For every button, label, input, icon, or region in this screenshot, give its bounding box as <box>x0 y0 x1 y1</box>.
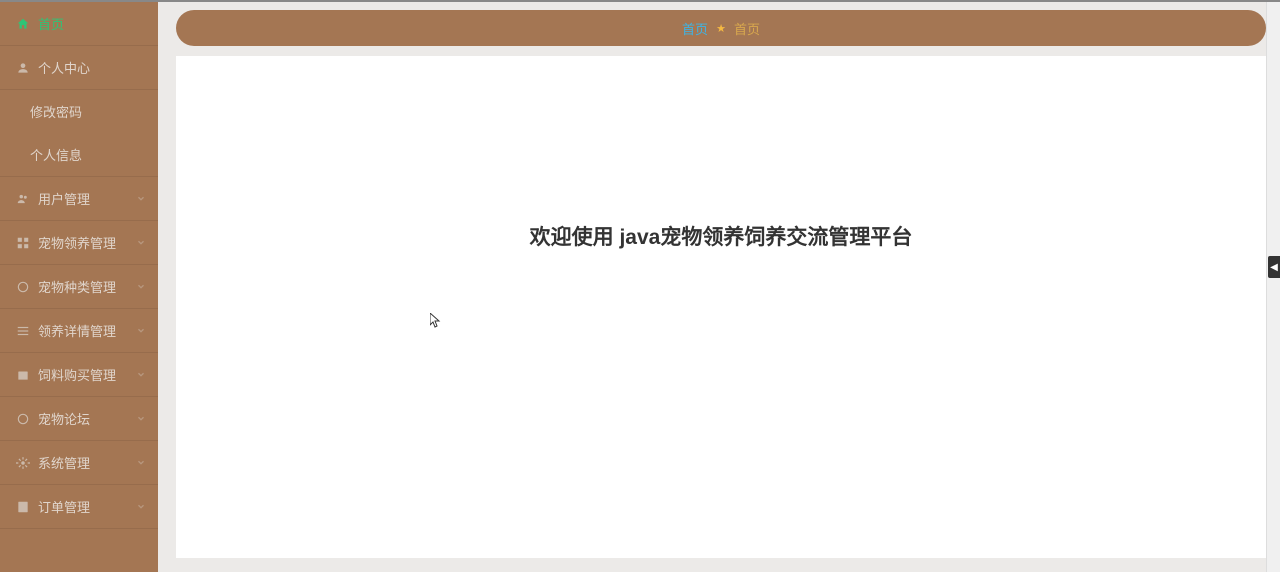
collapse-tab[interactable]: ◀ <box>1268 256 1280 278</box>
sidebar-item-order-management[interactable]: 订单管理 <box>0 485 158 529</box>
users-icon <box>16 192 30 206</box>
breadcrumb-current: 首页 <box>734 19 760 38</box>
sidebar-item-label: 修改密码 <box>30 102 82 121</box>
home-icon <box>16 17 30 31</box>
sidebar-item-pet-adoption-management[interactable]: 宠物领养管理 <box>0 221 158 265</box>
sidebar-item-user-management[interactable]: 用户管理 <box>0 177 158 221</box>
sidebar-item-label: 宠物领养管理 <box>38 233 116 252</box>
chat-icon <box>16 412 30 426</box>
sidebar-item-home[interactable]: 首页 <box>0 2 158 46</box>
welcome-heading: 欢迎使用 java宠物领养饲养交流管理平台 <box>530 221 913 251</box>
chevron-down-icon <box>136 235 146 250</box>
sidebar-item-label: 个人信息 <box>30 145 82 164</box>
sidebar-item-label: 首页 <box>38 14 64 33</box>
gear-icon <box>16 456 30 470</box>
box-icon <box>16 368 30 382</box>
main-area: 首页 ★ 首页 欢迎使用 java宠物领养饲养交流管理平台 <box>158 2 1280 572</box>
sidebar-item-adoption-detail-management[interactable]: 领养详情管理 <box>0 309 158 353</box>
sidebar-item-personal-center[interactable]: 个人中心 <box>0 46 158 90</box>
breadcrumb-home-link[interactable]: 首页 <box>682 19 708 38</box>
star-icon: ★ <box>716 22 726 35</box>
scrollbar-vertical[interactable] <box>1266 2 1280 572</box>
sidebar-item-pet-forum[interactable]: 宠物论坛 <box>0 397 158 441</box>
chevron-down-icon <box>136 455 146 470</box>
breadcrumb: 首页 ★ 首页 <box>176 10 1266 46</box>
sidebar-item-label: 个人中心 <box>38 58 90 77</box>
sidebar-item-label: 宠物论坛 <box>38 409 90 428</box>
user-icon <box>16 61 30 75</box>
sidebar-item-label: 订单管理 <box>38 497 90 516</box>
grid-icon <box>16 236 30 250</box>
sidebar-item-label: 饲料购买管理 <box>38 365 116 384</box>
sidebar: 首页 个人中心 修改密码 个人信息 用户管理 <box>0 2 158 572</box>
chevron-down-icon <box>136 411 146 426</box>
list-icon <box>16 324 30 338</box>
sidebar-item-label: 领养详情管理 <box>38 321 116 340</box>
sidebar-item-pet-category-management[interactable]: 宠物种类管理 <box>0 265 158 309</box>
sidebar-item-label: 用户管理 <box>38 189 90 208</box>
chevron-down-icon <box>136 279 146 294</box>
sidebar-item-change-password[interactable]: 修改密码 <box>0 90 158 133</box>
sidebar-item-label: 宠物种类管理 <box>38 277 116 296</box>
chevron-down-icon <box>136 367 146 382</box>
chevron-down-icon <box>136 323 146 338</box>
order-icon <box>16 500 30 514</box>
chevron-down-icon <box>136 499 146 514</box>
sidebar-item-feed-purchase-management[interactable]: 饲料购买管理 <box>0 353 158 397</box>
chevron-down-icon <box>136 191 146 206</box>
sidebar-item-system-management[interactable]: 系统管理 <box>0 441 158 485</box>
content-panel: 欢迎使用 java宠物领养饲养交流管理平台 <box>176 56 1266 558</box>
sidebar-item-label: 系统管理 <box>38 453 90 472</box>
sidebar-item-personal-info[interactable]: 个人信息 <box>0 133 158 177</box>
circle-icon <box>16 280 30 294</box>
